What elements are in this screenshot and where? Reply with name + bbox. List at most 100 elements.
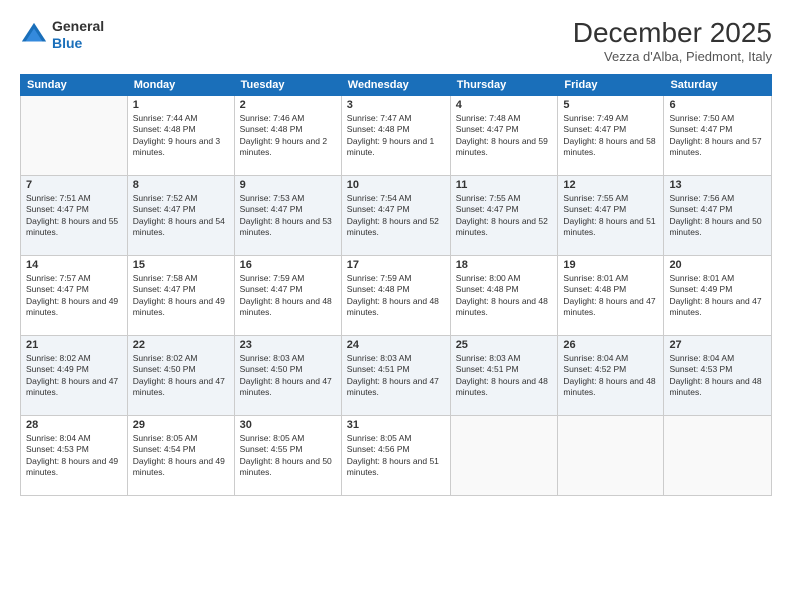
day-number: 18 [456, 259, 553, 271]
day-number: 4 [456, 99, 553, 111]
table-row: 11Sunrise: 7:55 AMSunset: 4:47 PMDayligh… [450, 175, 558, 255]
day-number: 13 [669, 179, 766, 191]
table-row: 15 Sunrise: 7:58 AMSunset: 4:47 PMDayligh… [127, 255, 234, 335]
calendar-week-1: 1 Sunrise: 7:44 AMSunset: 4:48 PMDaylight… [21, 95, 772, 175]
day-info: Sunrise: 7:48 AMSunset: 4:47 PMDaylight:… [456, 113, 553, 159]
day-number: 11 [456, 179, 553, 191]
day-info: Sunrise: 7:58 AMSunset: 4:47 PMDaylight:… [133, 273, 229, 319]
day-number: 10 [347, 179, 445, 191]
table-row [21, 95, 128, 175]
col-saturday: Saturday [664, 74, 772, 95]
calendar-week-3: 14 Sunrise: 7:57 AMSunset: 4:47 PMDayligh… [21, 255, 772, 335]
day-number: 5 [563, 99, 658, 111]
col-monday: Monday [127, 74, 234, 95]
table-row: 9 Sunrise: 7:53 AMSunset: 4:47 PMDaylight… [234, 175, 341, 255]
day-info: Sunrise: 8:00 AMSunset: 4:48 PMDaylight:… [456, 273, 553, 319]
table-row: 22 Sunrise: 8:02 AMSunset: 4:50 PMDayligh… [127, 335, 234, 415]
day-info: Sunrise: 7:44 AMSunset: 4:48 PMDaylight:… [133, 113, 229, 159]
day-number: 19 [563, 259, 658, 271]
table-row [558, 415, 664, 495]
table-row: 29 Sunrise: 8:05 AMSunset: 4:54 PMDayligh… [127, 415, 234, 495]
day-info: Sunrise: 8:02 AMSunset: 4:49 PMDaylight:… [26, 353, 122, 399]
day-info: Sunrise: 7:59 AMSunset: 4:47 PMDaylight:… [240, 273, 336, 319]
table-row: 25Sunrise: 8:03 AMSunset: 4:51 PMDayligh… [450, 335, 558, 415]
table-row: 23 Sunrise: 8:03 AMSunset: 4:50 PMDayligh… [234, 335, 341, 415]
col-wednesday: Wednesday [341, 74, 450, 95]
day-number: 29 [133, 419, 229, 431]
day-info: Sunrise: 8:04 AMSunset: 4:52 PMDaylight:… [563, 353, 658, 399]
col-thursday: Thursday [450, 74, 558, 95]
logo-icon [20, 21, 48, 49]
calendar-week-4: 21 Sunrise: 8:02 AMSunset: 4:49 PMDayligh… [21, 335, 772, 415]
day-info: Sunrise: 8:05 AMSunset: 4:56 PMDaylight:… [347, 433, 445, 479]
day-info: Sunrise: 8:01 AMSunset: 4:48 PMDaylight:… [563, 273, 658, 319]
table-row: 16Sunrise: 7:59 AMSunset: 4:47 PMDayligh… [234, 255, 341, 335]
day-number: 26 [563, 339, 658, 351]
day-number: 21 [26, 339, 122, 351]
col-friday: Friday [558, 74, 664, 95]
table-row: 1 Sunrise: 7:44 AMSunset: 4:48 PMDaylight… [127, 95, 234, 175]
day-number: 24 [347, 339, 445, 351]
table-row: 20Sunrise: 8:01 AMSunset: 4:49 PMDayligh… [664, 255, 772, 335]
day-info: Sunrise: 8:04 AMSunset: 4:53 PMDaylight:… [26, 433, 122, 479]
day-number: 3 [347, 99, 445, 111]
day-number: 1 [133, 99, 229, 111]
day-info: Sunrise: 7:46 AMSunset: 4:48 PMDaylight:… [240, 113, 336, 159]
day-info: Sunrise: 7:54 AMSunset: 4:47 PMDaylight:… [347, 193, 445, 239]
calendar-week-2: 7 Sunrise: 7:51 AMSunset: 4:47 PMDaylight… [21, 175, 772, 255]
day-number: 31 [347, 419, 445, 431]
day-info: Sunrise: 7:57 AMSunset: 4:47 PMDaylight:… [26, 273, 122, 319]
day-info: Sunrise: 8:05 AMSunset: 4:55 PMDaylight:… [240, 433, 336, 479]
day-info: Sunrise: 8:03 AMSunset: 4:51 PMDaylight:… [456, 353, 553, 399]
day-number: 30 [240, 419, 336, 431]
day-number: 20 [669, 259, 766, 271]
logo: General Blue [20, 18, 104, 52]
day-number: 23 [240, 339, 336, 351]
logo-general: General [52, 18, 104, 34]
table-row: 7 Sunrise: 7:51 AMSunset: 4:47 PMDaylight… [21, 175, 128, 255]
day-number: 27 [669, 339, 766, 351]
day-number: 2 [240, 99, 336, 111]
title-block: December 2025 Vezza d'Alba, Piedmont, It… [573, 18, 772, 64]
day-info: Sunrise: 8:04 AMSunset: 4:53 PMDaylight:… [669, 353, 766, 399]
day-number: 12 [563, 179, 658, 191]
day-number: 22 [133, 339, 229, 351]
table-row: 26 Sunrise: 8:04 AMSunset: 4:52 PMDayligh… [558, 335, 664, 415]
table-row: 21 Sunrise: 8:02 AMSunset: 4:49 PMDayligh… [21, 335, 128, 415]
table-row: 28Sunrise: 8:04 AMSunset: 4:53 PMDayligh… [21, 415, 128, 495]
day-info: Sunrise: 7:47 AMSunset: 4:48 PMDaylight:… [347, 113, 445, 159]
day-info: Sunrise: 8:05 AMSunset: 4:54 PMDaylight:… [133, 433, 229, 479]
table-row: 27 Sunrise: 8:04 AMSunset: 4:53 PMDayligh… [664, 335, 772, 415]
day-number: 8 [133, 179, 229, 191]
table-row: 30 Sunrise: 8:05 AMSunset: 4:55 PMDayligh… [234, 415, 341, 495]
day-number: 14 [26, 259, 122, 271]
day-info: Sunrise: 7:59 AMSunset: 4:48 PMDaylight:… [347, 273, 445, 319]
day-info: Sunrise: 7:53 AMSunset: 4:47 PMDaylight:… [240, 193, 336, 239]
month-title: December 2025 [573, 18, 772, 49]
day-number: 7 [26, 179, 122, 191]
table-row: 17Sunrise: 7:59 AMSunset: 4:48 PMDayligh… [341, 255, 450, 335]
day-info: Sunrise: 7:51 AMSunset: 4:47 PMDaylight:… [26, 193, 122, 239]
header-row: Sunday Monday Tuesday Wednesday Thursday… [21, 74, 772, 95]
day-info: Sunrise: 7:49 AMSunset: 4:47 PMDaylight:… [563, 113, 658, 159]
calendar-table: Sunday Monday Tuesday Wednesday Thursday… [20, 74, 772, 496]
table-row: 19 Sunrise: 8:01 AMSunset: 4:48 PMDayligh… [558, 255, 664, 335]
table-row: 12Sunrise: 7:55 AMSunset: 4:47 PMDayligh… [558, 175, 664, 255]
logo-blue: Blue [52, 35, 82, 51]
table-row: 8Sunrise: 7:52 AMSunset: 4:47 PMDaylight… [127, 175, 234, 255]
day-info: Sunrise: 8:03 AMSunset: 4:50 PMDaylight:… [240, 353, 336, 399]
day-number: 9 [240, 179, 336, 191]
day-info: Sunrise: 8:03 AMSunset: 4:51 PMDaylight:… [347, 353, 445, 399]
logo-text: General Blue [52, 18, 104, 52]
table-row: 31 Sunrise: 8:05 AMSunset: 4:56 PMDayligh… [341, 415, 450, 495]
table-row: 2 Sunrise: 7:46 AMSunset: 4:48 PMDaylight… [234, 95, 341, 175]
table-row [450, 415, 558, 495]
day-number: 15 [133, 259, 229, 271]
header: General Blue December 2025 Vezza d'Alba,… [20, 18, 772, 64]
table-row: 14 Sunrise: 7:57 AMSunset: 4:47 PMDayligh… [21, 255, 128, 335]
day-info: Sunrise: 8:02 AMSunset: 4:50 PMDaylight:… [133, 353, 229, 399]
table-row: 6Sunrise: 7:50 AMSunset: 4:47 PMDaylight… [664, 95, 772, 175]
day-number: 6 [669, 99, 766, 111]
table-row: 18 Sunrise: 8:00 AMSunset: 4:48 PMDayligh… [450, 255, 558, 335]
table-row: 24 Sunrise: 8:03 AMSunset: 4:51 PMDayligh… [341, 335, 450, 415]
